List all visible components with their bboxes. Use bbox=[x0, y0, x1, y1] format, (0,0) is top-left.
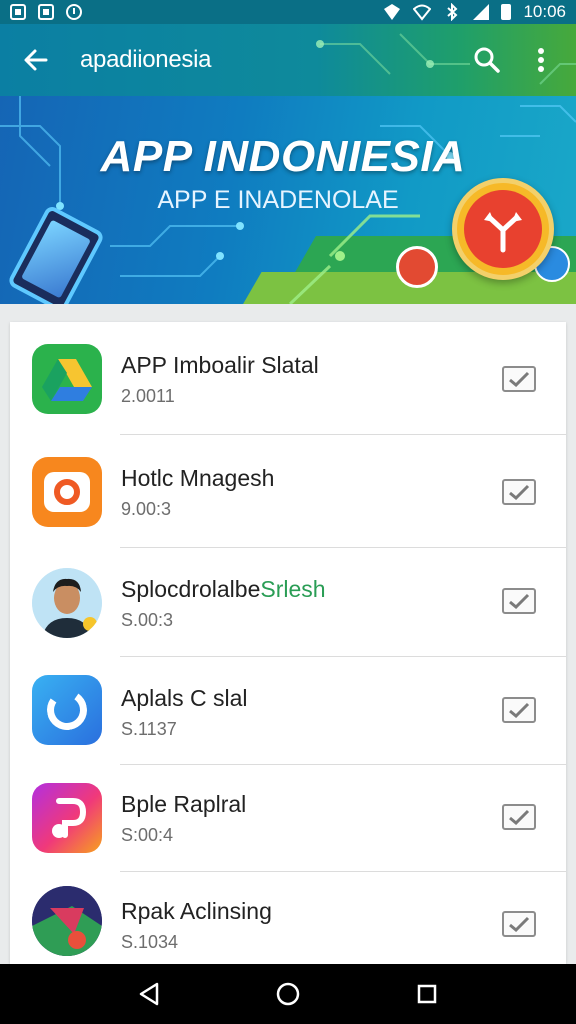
checkmark-icon bbox=[509, 484, 530, 500]
app-title-text: Bple Raplral bbox=[121, 791, 247, 817]
status-left-icons bbox=[10, 4, 82, 20]
app-version-text: 2.0011 bbox=[121, 386, 175, 406]
app-version-text: S.00:3 bbox=[121, 610, 174, 630]
select-checkbox[interactable] bbox=[502, 804, 536, 830]
app-title: apadiionesia bbox=[80, 46, 212, 73]
directions-badge-icon bbox=[452, 178, 554, 280]
signal-icon bbox=[473, 4, 490, 20]
bluetooth-icon bbox=[447, 3, 458, 21]
split-arrows-icon bbox=[484, 212, 522, 253]
map-shield-icon bbox=[32, 886, 102, 956]
app-version-text: S:00:4 bbox=[121, 825, 174, 845]
select-checkbox[interactable] bbox=[502, 697, 536, 723]
list-item[interactable]: APP Imboalir Slatal 2.0011 bbox=[10, 322, 566, 432]
list-item[interactable]: Hotlc Mnagesh 9.00:3 bbox=[10, 435, 566, 545]
app-version-text: 9.00:3 bbox=[121, 499, 172, 519]
camera-icon bbox=[32, 457, 102, 527]
checkmark-icon bbox=[509, 809, 530, 825]
drive-triangle-icon bbox=[32, 344, 102, 414]
checkmark-icon bbox=[509, 916, 530, 932]
list-item[interactable]: Aplals C slal S.1137 bbox=[10, 657, 566, 767]
checkmark-icon bbox=[509, 702, 530, 718]
list-item[interactable]: SplocdrolalbeSrlesh S.00:3 bbox=[10, 548, 566, 658]
app-version-text: S.1137 bbox=[121, 719, 177, 739]
wifi-icon bbox=[413, 4, 432, 21]
app-title-main: Splocdrolalbe bbox=[121, 576, 261, 602]
square-recents-icon bbox=[417, 984, 436, 1004]
app-title-accent: Srlesh bbox=[260, 576, 326, 602]
triangle-back-icon bbox=[140, 982, 159, 1006]
ring-icon bbox=[32, 675, 102, 745]
sync-icon bbox=[66, 4, 82, 20]
banner-title: APP INDONIESIA bbox=[100, 132, 466, 181]
select-checkbox[interactable] bbox=[502, 479, 536, 505]
status-bar: 10:06 bbox=[0, 0, 576, 24]
app-list: APP Imboalir Slatal 2.0011 Hotlc Mnagesh… bbox=[10, 322, 566, 964]
hero-banner: APP INDONIESIA APP E INADENOLAE bbox=[0, 96, 576, 304]
app-bar: apadiionesia bbox=[0, 24, 576, 96]
app-title-text: Hotlc Mnagesh bbox=[121, 465, 275, 491]
circle-home-icon bbox=[276, 982, 300, 1006]
app-title-text: SplocdrolalbeSrlesh bbox=[121, 576, 326, 603]
checkmark-icon bbox=[509, 371, 530, 387]
battery-icon bbox=[501, 4, 512, 20]
app-title-text: Aplals C slal bbox=[121, 685, 248, 711]
map-pin-icon bbox=[396, 246, 438, 288]
select-checkbox[interactable] bbox=[502, 911, 536, 937]
select-checkbox[interactable] bbox=[502, 366, 536, 392]
app-title-text: Rpak Aclinsing bbox=[121, 898, 272, 924]
sim-icon bbox=[10, 4, 26, 20]
checkmark-icon bbox=[509, 593, 530, 609]
avatar-photo bbox=[32, 568, 102, 638]
nav-back-button[interactable] bbox=[119, 964, 179, 1024]
list-item[interactable]: Bple Raplral S:00:4 bbox=[10, 765, 566, 875]
nav-recents-button[interactable] bbox=[397, 964, 457, 1024]
music-note-icon bbox=[32, 783, 102, 853]
select-checkbox[interactable] bbox=[502, 588, 536, 614]
location-icon bbox=[384, 4, 401, 20]
app-title-text: APP Imboalir Slatal bbox=[121, 352, 319, 378]
nav-home-button[interactable] bbox=[258, 964, 318, 1024]
status-time: 10:06 bbox=[523, 2, 566, 21]
status-right-icons: 10:06 bbox=[383, 2, 566, 22]
app-version-text: S.1034 bbox=[121, 932, 179, 952]
media-icon bbox=[38, 4, 54, 20]
system-nav-bar bbox=[0, 964, 576, 1024]
list-item[interactable]: Rpak Aclinsing S.1034 bbox=[10, 872, 566, 964]
